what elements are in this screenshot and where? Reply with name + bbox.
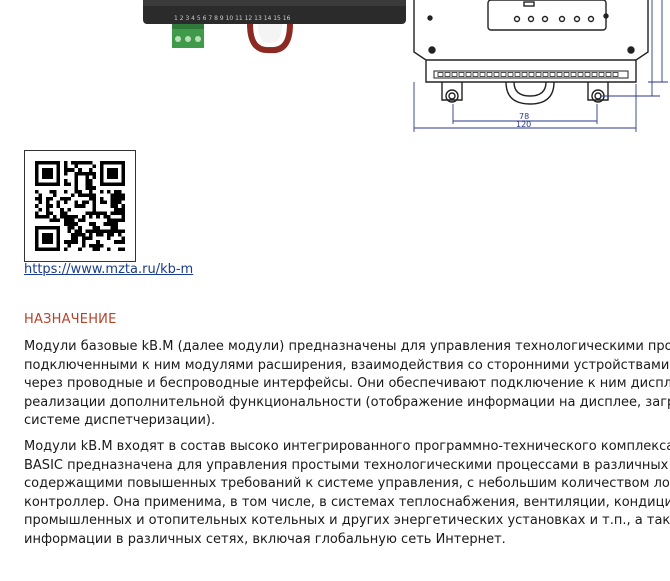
terminal-numbers: 1 2 3 4 5 6 7 8 9 10 11 12 13 14 15 16 bbox=[174, 15, 291, 22]
dimension-120: 120 bbox=[516, 120, 531, 129]
paragraph-line: через проводные и беспроводные интерфейс… bbox=[24, 376, 670, 392]
paragraph-line: реализации дополнительной функциональнос… bbox=[24, 394, 670, 410]
paragraph-line: контроллер. Она применима, в том числе, … bbox=[24, 494, 670, 510]
paragraph-line: информации в различных сетях, включая гл… bbox=[24, 531, 506, 547]
dimension-lines bbox=[413, 0, 668, 132]
paragraph-line: системе диспетчеризации). bbox=[24, 413, 216, 429]
device-outline-drawing bbox=[413, 0, 649, 105]
device-photo: 1 2 3 4 5 6 7 8 9 10 11 12 13 14 15 16 bbox=[143, 0, 406, 54]
paragraph-line: подключенными к ним модулями расширения,… bbox=[24, 357, 670, 373]
paragraph-line: Модули базовые kB.M (далее модули) предн… bbox=[24, 339, 670, 354]
qr-code bbox=[24, 150, 136, 262]
paragraph-line: содержащими повышенных требований к сист… bbox=[24, 476, 670, 492]
paragraph-line: Модули kB.M входят в состав высоко интег… bbox=[24, 439, 670, 454]
qr-link[interactable]: https://www.mzta.ru/kb-m bbox=[24, 262, 193, 277]
paragraph-line: промышленных и отопительных котельных и … bbox=[24, 513, 670, 529]
paragraph-line: BASIC предназначена для управления прост… bbox=[24, 457, 670, 473]
section-heading: НАЗНАЧЕНИЕ bbox=[24, 312, 117, 327]
paragraph-purpose: Модули базовые kB.M (далее модули) предн… bbox=[24, 338, 670, 431]
paragraph-complex: Модули kB.M входят в состав высоко интег… bbox=[24, 438, 670, 550]
device-drawings: 1 2 3 4 5 6 7 8 9 10 11 12 13 14 15 16 7… bbox=[143, 0, 668, 132]
